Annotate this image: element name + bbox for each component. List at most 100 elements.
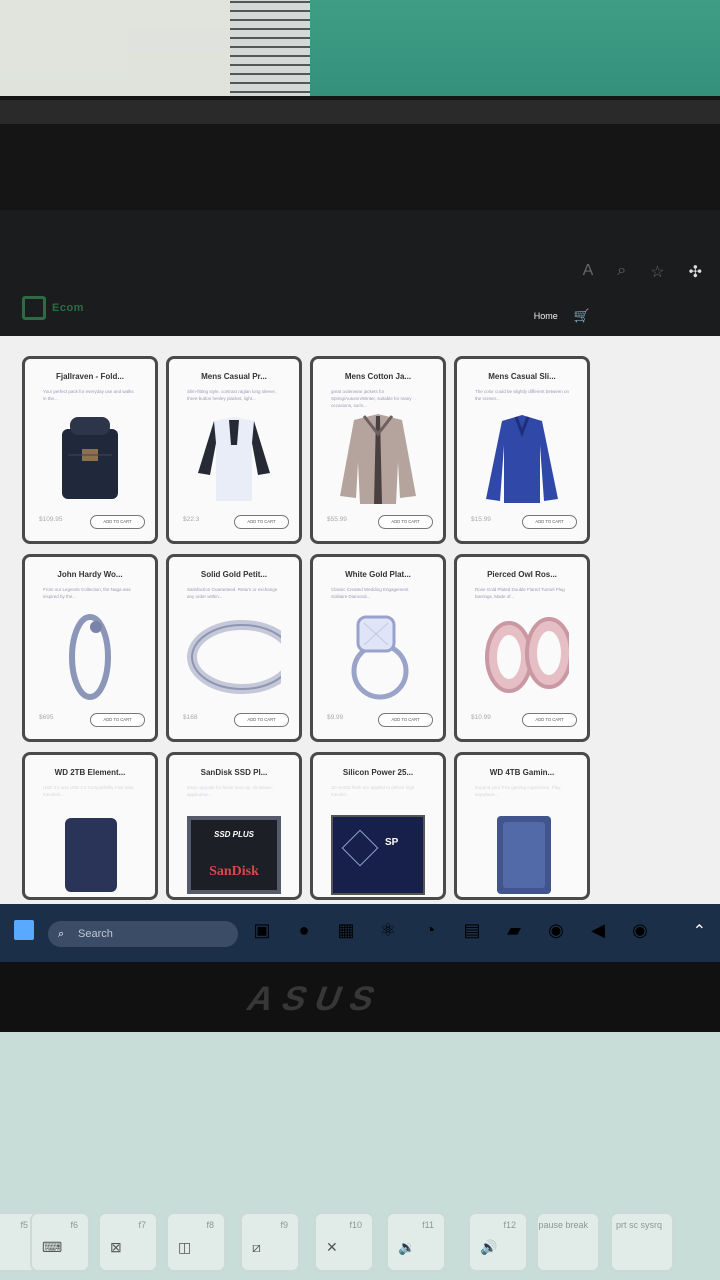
ssd-label: SSD PLUS [213,830,254,839]
product-image[interactable] [43,605,137,709]
keyboard-key[interactable]: f10 ✕ [314,1212,374,1272]
read-aloud-icon[interactable]: A [583,262,594,282]
product-card[interactable]: White Gold Plat... Classic Created Weddi… [310,554,446,742]
chevron-up-icon[interactable]: ⌃ [693,921,706,941]
chrome-icon[interactable]: ◉ [544,920,568,941]
product-title[interactable]: Silicon Power 25... [321,768,435,777]
product-title[interactable]: Mens Casual Pr... [177,372,291,381]
keyboard-key[interactable]: f8 ◫ [166,1212,226,1272]
key-label: f5 [20,1220,28,1230]
product-price: $109.95 [39,516,63,523]
product-title[interactable]: WD 2TB Element... [33,768,147,777]
laptop-brand-logo: ASUS [241,980,391,1018]
shopping-cart-icon[interactable]: 🛒 [574,308,590,324]
extension-puzzle-icon[interactable]: ✣ [689,262,702,282]
key-icon: ⊠ [110,1239,122,1255]
site-brand-text: Ecom [52,302,84,314]
product-image[interactable] [331,605,425,709]
product-image[interactable] [43,407,137,511]
product-title[interactable]: Solid Gold Petit... [177,570,291,579]
search-icon: ⌕ [58,928,65,940]
product-price: $168 [183,714,198,721]
chat-icon[interactable]: ● [292,920,316,941]
function-key-row: f5 f6 ⌨ f7 ⊠ f8 ◫ f9 ⧄ f10 ✕ f11 🔉 f12 🔊 pause … [0,1188,720,1280]
home-link[interactable]: Home [534,311,558,321]
product-card[interactable]: Fjallraven - Fold... Your perfect pack f… [22,356,158,544]
key-label: prt sc sysrq [615,1220,662,1230]
add-to-cart-button[interactable]: ADD TO CART [234,713,289,727]
vscode-icon[interactable]: ◀ [586,920,610,941]
product-image[interactable]: SSD PLUS SanDisk [187,803,281,897]
add-to-cart-button[interactable]: ADD TO CART [522,713,577,727]
product-card[interactable]: Pierced Owl Ros... Rose Gold Plated Doub… [454,554,590,742]
react-icon[interactable]: ⚛ [376,920,400,941]
site-logo[interactable]: Ecom [22,296,84,320]
product-image[interactable] [475,407,569,511]
product-image[interactable]: SP [331,803,425,897]
keyboard-key[interactable]: prt sc sysrq [610,1212,674,1272]
key-label: f8 [206,1220,214,1230]
product-title[interactable]: SanDisk SSD Pl... [177,768,291,777]
key-icon: 🔉 [398,1239,416,1255]
product-listing-page: Fjallraven - Fold... Your perfect pack f… [0,336,720,936]
favorite-star-icon[interactable]: ☆ [650,262,664,282]
product-title[interactable]: Mens Casual Sli... [465,372,579,381]
product-card[interactable]: John Hardy Wo... From our Legends Collec… [22,554,158,742]
taskbar-search-label: Search [78,928,113,940]
product-title[interactable]: Pierced Owl Ros... [465,570,579,579]
product-card[interactable]: Silicon Power 25... 3D NAND flash are ap… [310,752,446,900]
product-price: $22.3 [183,516,200,523]
product-card[interactable]: Mens Casual Pr... Slim-fitting style, co… [166,356,302,544]
keyboard-key[interactable]: f12 🔊 [468,1212,528,1272]
add-to-cart-button[interactable]: ADD TO CART [234,515,289,529]
product-title[interactable]: WD 4TB Gamin... [465,768,579,777]
product-image[interactable] [331,407,425,511]
taskbar-search-input[interactable]: ⌕ Search [48,921,238,947]
product-card[interactable]: Solid Gold Petit... Satisfaction Guarant… [166,554,302,742]
product-card[interactable]: Mens Cotton Ja... great outerwear jacket… [310,356,446,544]
product-card[interactable]: WD 2TB Element... USB 3.0 and USB 2.0 Co… [22,752,158,900]
browser-toolbar-icons: A ⌕ ☆ ✣ [583,262,702,282]
add-to-cart-button[interactable]: ADD TO CART [90,515,145,529]
product-title[interactable]: Fjallraven - Fold... [33,372,147,381]
keyboard-key[interactable]: pause break [536,1212,600,1272]
product-price: $695 [39,714,54,721]
product-image[interactable] [187,407,281,511]
add-to-cart-button[interactable]: ADD TO CART [90,713,145,727]
product-title[interactable]: Mens Cotton Ja... [321,372,435,381]
task-view-icon[interactable]: ▣ [250,920,274,941]
store-logo-icon [22,296,46,320]
keyboard-key[interactable]: f6 ⌨ [30,1212,90,1272]
add-to-cart-button[interactable]: ADD TO CART [378,713,433,727]
keyboard-key[interactable]: f7 ⊠ [98,1212,158,1272]
product-price: $10.99 [471,714,491,721]
product-card[interactable]: Mens Casual Sli... The color could be sl… [454,356,590,544]
product-image[interactable] [187,605,281,709]
file-explorer-icon[interactable]: ▰ [502,920,526,941]
product-image[interactable] [43,803,137,897]
product-price: $55.99 [327,516,347,523]
windows-start-icon[interactable] [14,920,34,940]
product-price: $9.99 [327,714,344,721]
product-price: $15.99 [471,516,491,523]
zoom-icon[interactable]: ⌕ [617,262,626,282]
key-icon: ⌨ [42,1239,63,1255]
product-image[interactable] [475,803,569,897]
key-label: f10 [349,1220,362,1230]
edge-browser-icon[interactable]: ◔ [418,920,442,941]
product-title[interactable]: White Gold Plat... [321,570,435,579]
key-icon: ⧄ [252,1239,261,1255]
product-card[interactable]: SanDisk SSD Pl... Easy upgrade for faste… [166,752,302,900]
key-label: f11 [422,1220,434,1230]
notepad-icon[interactable]: ▤ [460,920,484,941]
product-image[interactable] [475,605,569,709]
add-to-cart-button[interactable]: ADD TO CART [378,515,433,529]
keyboard-key[interactable]: f9 ⧄ [240,1212,300,1272]
keyboard-key[interactable]: f11 🔉 [386,1212,446,1272]
calendar-icon[interactable]: ▦ [334,920,358,941]
product-title[interactable]: John Hardy Wo... [33,570,147,579]
chrome-icon[interactable]: ◉ [628,920,652,941]
key-label: f7 [138,1220,146,1230]
add-to-cart-button[interactable]: ADD TO CART [522,515,577,529]
product-card[interactable]: WD 4TB Gamin... Expand your PS4 gaming e… [454,752,590,900]
